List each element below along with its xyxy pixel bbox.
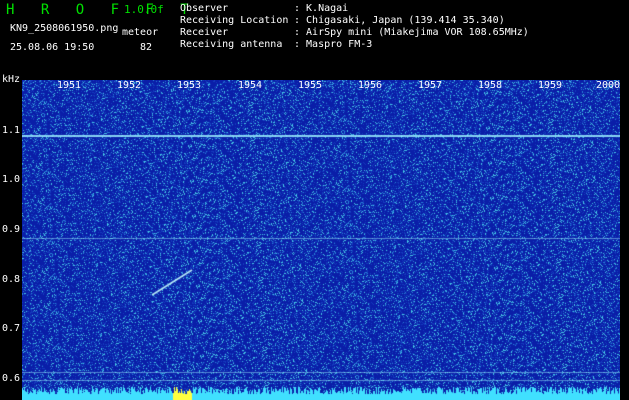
header: H R O F F T 1.0.0f KN9_2508061950.png me… (0, 0, 629, 72)
time-label-2000: 2000 (596, 80, 621, 91)
info-row-receiver: Receiver : AirSpy mini (Miakejima VOR 108… (180, 27, 529, 39)
time-label-1957: 1957 (418, 80, 443, 91)
y-axis-unit: kHz (2, 74, 21, 85)
y-label-1-0: 1.0 (2, 174, 21, 185)
time-label-1959: 1959 (538, 80, 563, 91)
info-value: : K.Nagai (294, 3, 349, 14)
meteor-count: 82 (140, 42, 153, 53)
y-label-0-9: 0.9 (2, 224, 21, 235)
info-value: : AirSpy mini (Miakejima VOR 108.65MHz) (294, 27, 529, 38)
time-label-1952: 1952 (117, 80, 142, 91)
info-row-antenna: Receiving antenna : Maspro FM-3 (180, 39, 529, 51)
right-border (620, 80, 629, 400)
info-value: : Chigasaki, Japan (139.414 35.340) (294, 15, 505, 26)
info-value: : Maspro FM-3 (294, 39, 373, 50)
station-info: Observer : K.Nagai Receiving Location : Ch… (180, 3, 529, 51)
info-row-observer: Observer : K.Nagai (180, 3, 529, 15)
info-key: Observer (180, 3, 229, 14)
app-title: H R O F F T (6, 2, 198, 18)
meteor-label: meteor (122, 27, 159, 38)
version-label: 1.0.0f (124, 3, 164, 16)
timestamp: 25.08.06 19:50 (10, 42, 95, 53)
time-label-1953: 1953 (177, 80, 202, 91)
info-row-location: Receiving Location : Chigasaki, Japan (13… (180, 15, 529, 27)
y-label-1-1: 1.1 (2, 125, 21, 136)
time-label-1956: 1956 (358, 80, 383, 91)
info-key: Receiver (180, 27, 229, 38)
info-key: Receiving antenna (180, 39, 283, 50)
time-label-1954: 1954 (238, 80, 263, 91)
time-label-1955: 1955 (298, 80, 323, 91)
y-label-0-8: 0.8 (2, 274, 21, 285)
y-label-0-7: 0.7 (2, 323, 21, 334)
time-label-1951: 1951 (57, 80, 82, 91)
y-label-0-6: 0.6 (2, 373, 21, 384)
time-label-1958: 1958 (478, 80, 503, 91)
info-key: Receiving Location (180, 15, 289, 26)
spectrogram (22, 80, 620, 400)
filename: KN9_2508061950.png (10, 23, 119, 34)
